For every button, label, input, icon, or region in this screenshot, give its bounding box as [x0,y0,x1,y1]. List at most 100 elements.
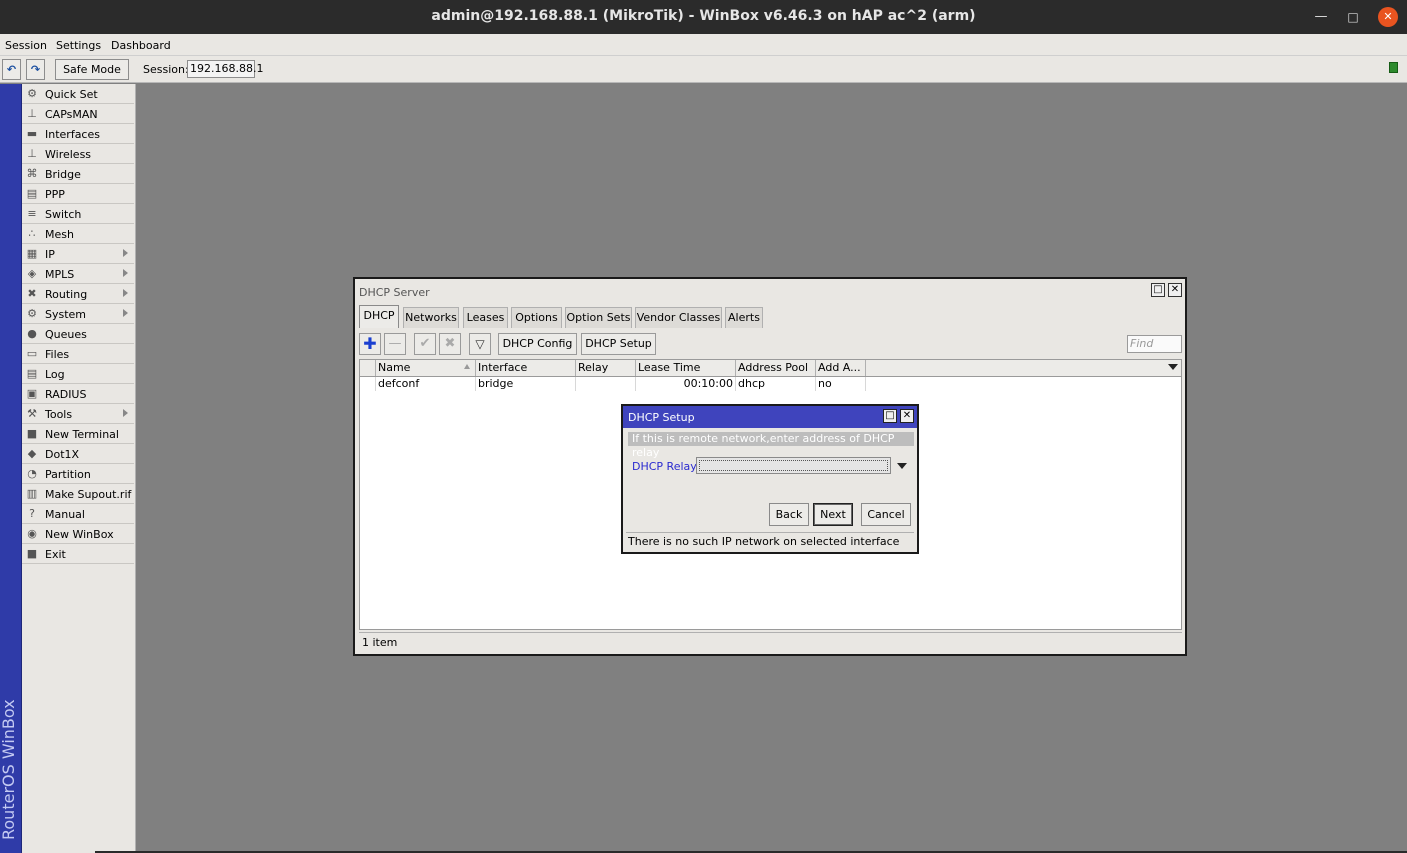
dhcp-config-button[interactable]: DHCP Config [498,333,577,355]
dhcp-setup-button[interactable]: DHCP Setup [581,333,656,355]
sidebar-item-queues[interactable]: ● Queues [22,324,134,344]
dhcp-server-title: DHCP Server [359,286,430,299]
dhcp-relay-value [699,460,888,471]
dhcp-setup-titlebar[interactable]: DHCP Setup □ ✕ [623,406,917,428]
sidebar-item-partition[interactable]: ◔ Partition [22,464,134,484]
sidebar-item-ip[interactable]: ▦ IP [22,244,134,264]
switch-icon: ≡ [27,207,37,220]
cancel-button[interactable]: Cancel [861,503,911,526]
column-lease-time[interactable]: Lease Time [636,360,736,376]
table-row[interactable]: defconf bridge 00:10:00 dhcp no [360,377,1181,391]
undo-button[interactable]: ↶ [2,59,21,80]
redo-button[interactable]: ↷ [26,59,45,80]
sidebar-item-tools[interactable]: ⚒ Tools [22,404,134,424]
column-relay[interactable]: Relay [576,360,636,376]
close-icon[interactable]: ✕ [900,409,914,423]
sidebar-item-bridge[interactable]: ⌘ Bridge [22,164,134,184]
sidebar-item-exit[interactable]: ■ Exit [22,544,134,564]
safe-mode-button[interactable]: Safe Mode [55,59,129,80]
sidebar-item-interfaces[interactable]: ▬ Interfaces [22,124,134,144]
close-button[interactable]: ✕ [1378,7,1398,27]
column-selector[interactable] [360,360,376,376]
enable-icon[interactable]: ✔ [414,333,436,355]
menu-settings[interactable]: Settings [56,39,101,52]
menu-bar: Session Settings Dashboard [0,34,1407,56]
sidebar-item-label: MPLS [45,268,75,281]
disable-icon[interactable]: ✖ [439,333,461,355]
minimize-button[interactable]: — [1311,7,1331,27]
sidebar-item-mpls[interactable]: ◈ MPLS [22,264,134,284]
sidebar-item-make-supout-rif[interactable]: ▥ Make Supout.rif [22,484,134,504]
sidebar-item-label: Queues [45,328,87,341]
row-marker [360,377,376,391]
column-name[interactable]: Name [376,360,476,376]
sidebar-item-mesh[interactable]: ∴ Mesh [22,224,134,244]
close-icon[interactable]: ✕ [1168,283,1182,297]
sidebar-item-routing[interactable]: ✖ Routing [22,284,134,304]
sidebar-item-new-terminal[interactable]: ■ New Terminal [22,424,134,444]
sidebar-item-label: Routing [45,288,88,301]
sidebar-item-label: Dot1X [45,448,80,461]
dot1x-icon: ◆ [27,447,37,460]
item-count: 1 item [362,636,398,649]
main-toolbar: ↶ ↷ Safe Mode Session: 192.168.88.1 [0,56,1407,83]
cell-name: defconf [376,377,476,391]
sidebar-item-ppp[interactable]: ▤ PPP [22,184,134,204]
sidebar-item-capsman[interactable]: ⊥ CAPsMAN [22,104,134,124]
menu-session[interactable]: Session [5,39,47,52]
help-icon: ? [29,507,35,520]
add-icon[interactable]: ✚ [359,333,381,355]
sidebar-item-manual[interactable]: ? Manual [22,504,134,524]
restore-icon[interactable]: □ [1151,283,1165,297]
session-field: 192.168.88.1 [187,60,263,78]
cell-interface: bridge [476,377,576,391]
sidebar-item-radius[interactable]: ▣ RADIUS [22,384,134,404]
quickset-icon: ⚙ [27,87,37,100]
sidebar-item-new-winbox[interactable]: ◉ New WinBox [22,524,134,544]
sidebar-item-label: Bridge [45,168,81,181]
supout-icon: ▥ [26,487,38,500]
files-icon: ▭ [26,347,38,360]
sidebar-item-system[interactable]: ⚙ System [22,304,134,324]
sidebar-item-log[interactable]: ▤ Log [22,364,134,384]
dhcp-server-titlebar[interactable]: DHCP Server □ ✕ [355,279,1185,303]
sidebar-item-switch[interactable]: ≡ Switch [22,204,134,224]
tab-leases[interactable]: Leases [463,307,508,328]
sidebar-item-files[interactable]: ▭ Files [22,344,134,364]
dhcp-relay-input[interactable] [696,457,891,474]
tab-alerts[interactable]: Alerts [725,307,763,328]
column-add-arp[interactable]: Add A... [816,360,866,376]
tab-vendor-classes[interactable]: Vendor Classes [635,307,722,328]
routing-icon: ✖ [27,287,37,300]
tab-dhcp[interactable]: DHCP [359,305,399,328]
sidebar-item-dot1x[interactable]: ◆ Dot1X [22,444,134,464]
column-interface[interactable]: Interface [476,360,576,376]
table-status-bar: 1 item [359,632,1182,650]
sidebar-item-wireless[interactable]: ⊥ Wireless [22,144,134,164]
restore-icon[interactable]: □ [883,409,897,423]
next-button[interactable]: Next [813,503,853,526]
chevron-down-icon[interactable] [897,463,907,469]
sidebar-item-label: Make Supout.rif [45,488,132,501]
sidebar-item-label: CAPsMAN [45,108,98,121]
sidebar-item-label: Files [45,348,70,361]
filter-icon[interactable]: ▽ [469,333,491,355]
log-icon: ▤ [26,367,38,380]
back-button[interactable]: Back [769,503,809,526]
column-menu-icon[interactable] [1168,364,1178,370]
remove-icon[interactable]: — [384,333,406,355]
find-input[interactable]: Find [1127,335,1182,353]
window-title: admin@192.168.88.1 (MikroTik) - WinBox v… [431,8,976,24]
sidebar-item-label: Log [45,368,65,381]
maximize-button[interactable]: □ [1343,7,1363,27]
dhcp-setup-title: DHCP Setup [628,411,695,424]
sidebar-item-label: Switch [45,208,82,221]
tab-networks[interactable]: Networks [403,307,459,328]
tab-option-sets[interactable]: Option Sets [565,307,632,328]
bridge-icon: ⌘ [26,167,38,180]
sidebar-item-quick-set[interactable]: ⚙ Quick Set [22,84,134,104]
tab-options[interactable]: Options [511,307,562,328]
menu-dashboard[interactable]: Dashboard [111,39,171,52]
column-address-pool[interactable]: Address Pool [736,360,816,376]
partition-icon: ◔ [27,467,37,480]
